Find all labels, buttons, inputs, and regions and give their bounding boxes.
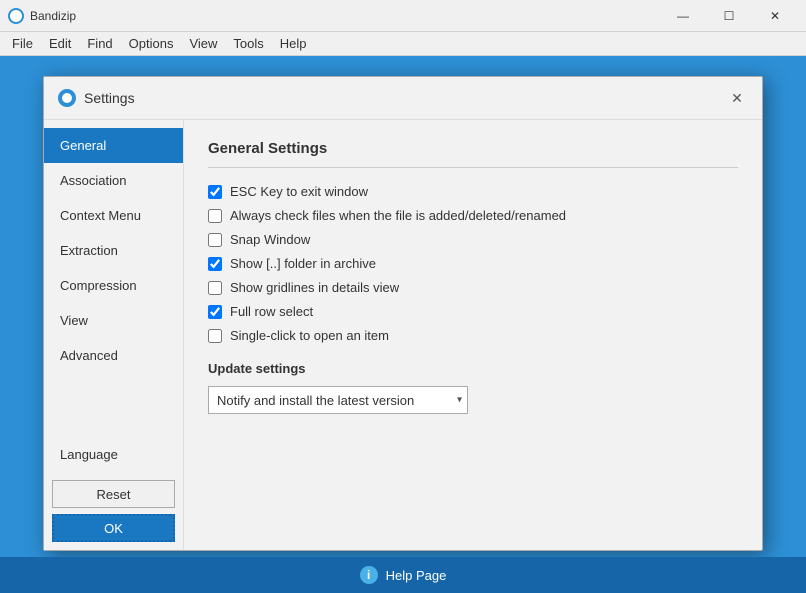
checkbox-single-click-input[interactable] (208, 329, 222, 343)
dialog-title: Settings (84, 90, 726, 106)
checkbox-always-check-label: Always check files when the file is adde… (230, 208, 566, 223)
checkbox-always-check-input[interactable] (208, 209, 222, 223)
update-section-label: Update settings (208, 361, 738, 376)
checkbox-esc-key-input[interactable] (208, 185, 222, 199)
sidebar: General Association Context Menu Extract… (44, 120, 184, 550)
title-bar: Bandizip — ☐ ✕ (0, 0, 806, 32)
minimize-button[interactable]: — (660, 0, 706, 32)
checkbox-show-gridlines-input[interactable] (208, 281, 222, 295)
dialog-title-bar: Settings ✕ (44, 77, 762, 120)
app-icon (8, 8, 24, 24)
menu-edit[interactable]: Edit (41, 34, 79, 53)
checkbox-snap-window: Snap Window (208, 232, 738, 247)
sidebar-item-extraction[interactable]: Extraction (44, 233, 183, 268)
maximize-button[interactable]: ☐ (706, 0, 752, 32)
dialog-close-button[interactable]: ✕ (726, 87, 748, 109)
dialog-icon (58, 89, 76, 107)
update-select-wrapper: Notify and install the latest version No… (208, 386, 468, 414)
menu-bar: File Edit Find Options View Tools Help (0, 32, 806, 56)
title-divider (208, 167, 738, 168)
settings-dialog: Settings ✕ General Association Context M… (43, 76, 763, 551)
sidebar-item-compression[interactable]: Compression (44, 268, 183, 303)
sidebar-item-association[interactable]: Association (44, 163, 183, 198)
checkbox-full-row-input[interactable] (208, 305, 222, 319)
help-label: Help Page (386, 568, 447, 583)
checkbox-show-folder: Show [..] folder in archive (208, 256, 738, 271)
sidebar-item-context-menu[interactable]: Context Menu (44, 198, 183, 233)
reset-button[interactable]: Reset (52, 480, 175, 508)
sidebar-item-general[interactable]: General (44, 128, 183, 163)
menu-options[interactable]: Options (121, 34, 182, 53)
checkbox-snap-window-label: Snap Window (230, 232, 310, 247)
checkbox-show-folder-input[interactable] (208, 257, 222, 271)
settings-content: General Settings ESC Key to exit window … (184, 120, 762, 550)
checkbox-show-folder-label: Show [..] folder in archive (230, 256, 376, 271)
sidebar-item-language[interactable]: Language (44, 437, 183, 472)
checkbox-single-click: Single-click to open an item (208, 328, 738, 343)
update-select[interactable]: Notify and install the latest version No… (208, 386, 468, 414)
content-title: General Settings (208, 140, 738, 157)
taskbar: i Help Page (0, 557, 806, 593)
checkbox-full-row: Full row select (208, 304, 738, 319)
checkbox-show-gridlines-label: Show gridlines in details view (230, 280, 399, 295)
window-controls: — ☐ ✕ (660, 0, 798, 32)
checkbox-esc-key-label: ESC Key to exit window (230, 184, 368, 199)
checkbox-full-row-label: Full row select (230, 304, 313, 319)
info-icon: i (360, 566, 378, 584)
checkbox-always-check: Always check files when the file is adde… (208, 208, 738, 223)
checkbox-single-click-label: Single-click to open an item (230, 328, 389, 343)
taskbar-help[interactable]: i Help Page (360, 566, 447, 584)
checkbox-show-gridlines: Show gridlines in details view (208, 280, 738, 295)
menu-view[interactable]: View (181, 34, 225, 53)
sidebar-buttons: Reset OK (44, 472, 183, 550)
sidebar-item-advanced[interactable]: Advanced (44, 338, 183, 373)
menu-find[interactable]: Find (79, 34, 120, 53)
close-window-button[interactable]: ✕ (752, 0, 798, 32)
dialog-body: General Association Context Menu Extract… (44, 120, 762, 550)
app-title: Bandizip (30, 9, 660, 23)
menu-tools[interactable]: Tools (225, 34, 271, 53)
checkbox-esc-key: ESC Key to exit window (208, 184, 738, 199)
main-area: Settings ✕ General Association Context M… (0, 56, 806, 557)
menu-file[interactable]: File (4, 34, 41, 53)
menu-help[interactable]: Help (272, 34, 315, 53)
sidebar-item-view[interactable]: View (44, 303, 183, 338)
checkbox-snap-window-input[interactable] (208, 233, 222, 247)
ok-button[interactable]: OK (52, 514, 175, 542)
